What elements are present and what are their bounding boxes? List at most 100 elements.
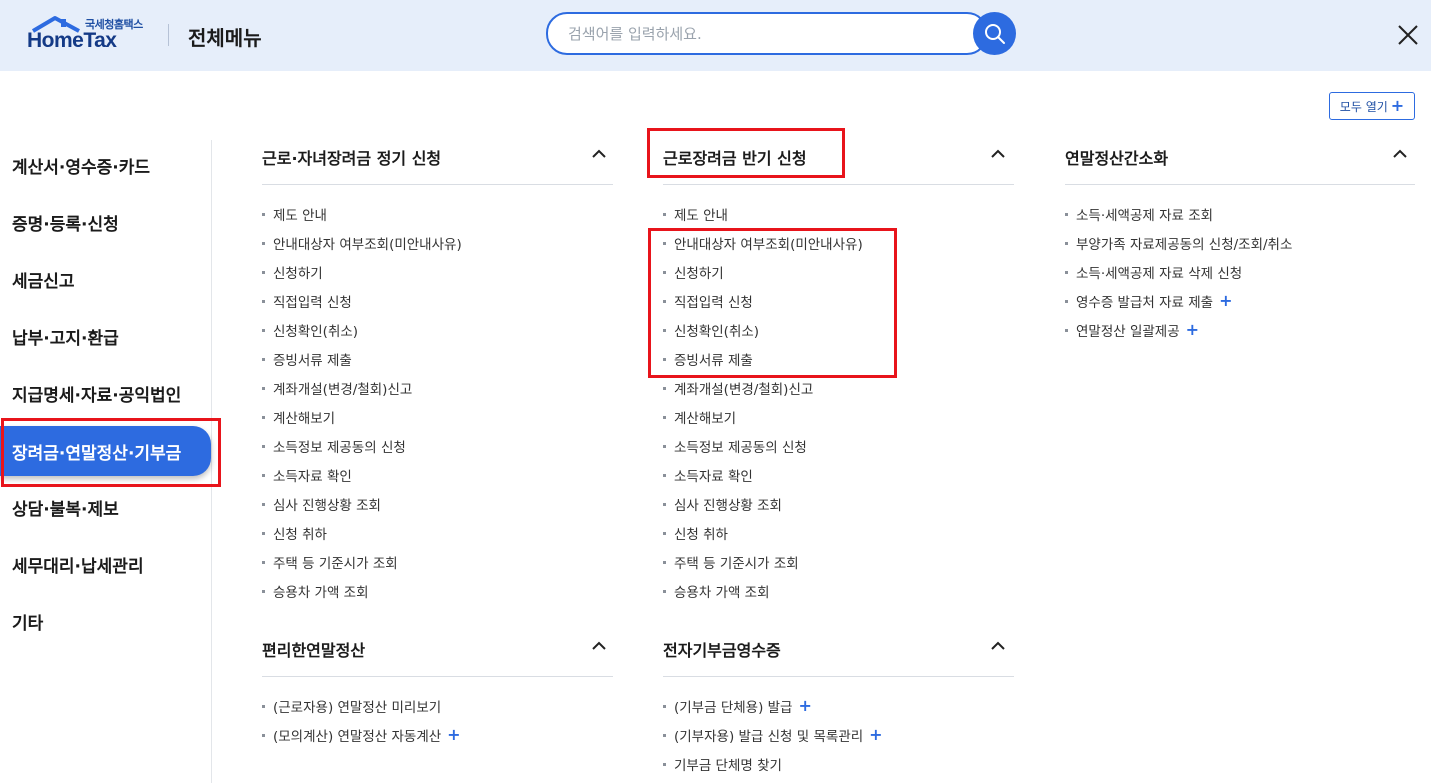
menu-item[interactable]: 안내대상자 여부조회(미안내사유) (663, 233, 863, 253)
section-divider (262, 676, 613, 677)
menu-item-label: 주택 등 기준시가 조회 (674, 556, 799, 572)
menu-item-label: 영수증 발급처 자료 제출 (1076, 295, 1214, 311)
bullet-icon (262, 704, 265, 708)
menu-item[interactable]: 계산해보기 (262, 407, 335, 427)
header-divider (168, 24, 169, 46)
menu-item-label: 안내대상자 여부조회(미안내사유) (273, 237, 462, 253)
menu-item[interactable]: 소득정보 제공동의 신청 (663, 436, 807, 456)
nav-item-payment-notice-refund[interactable]: 납부·고지·환급 (0, 311, 211, 361)
menu-item[interactable]: 승용차 가액 조회 (262, 581, 369, 601)
bullet-icon (663, 473, 666, 477)
menu-item[interactable]: 신청확인(취소) (663, 320, 759, 340)
menu-item[interactable]: 주택 등 기준시가 조회 (663, 552, 799, 572)
menu-item[interactable]: 신청 취하 (663, 523, 728, 543)
menu-item[interactable]: 주택 등 기준시가 조회 (262, 552, 398, 572)
section-title-half-year-incentive[interactable]: 근로장려금 반기 신청 (663, 145, 807, 169)
nav-item-consultation-appeal-report[interactable]: 상담·불복·제보 (0, 482, 211, 532)
menu-item[interactable]: 증빙서류 제출 (262, 349, 352, 369)
menu-item[interactable]: (기부자용) 발급 신청 및 목록관리 + (663, 725, 883, 745)
expand-plus-icon[interactable]: + (1219, 293, 1232, 309)
menu-item[interactable]: 심사 진행상황 조회 (663, 494, 782, 514)
bullet-icon (663, 212, 666, 216)
section-title-e-donation-receipt[interactable]: 전자기부금영수증 (663, 637, 781, 661)
nav-item-invoice-receipt-card[interactable]: 계산서·영수증·카드 (0, 140, 211, 190)
menu-item-label: 승용차 가액 조회 (674, 585, 770, 601)
bullet-icon (262, 357, 265, 361)
menu-item[interactable]: 신청하기 (663, 262, 724, 282)
hometax-logo[interactable]: 국세청홈택스 HomeTax (27, 13, 149, 57)
menu-item[interactable]: 직접입력 신청 (663, 291, 753, 311)
section-title-convenient-yearend[interactable]: 편리한연말정산 (262, 637, 365, 661)
menu-item-label: 신청확인(취소) (273, 324, 359, 340)
nav-item-incentive-yearend-donation[interactable]: 장려금·연말정산·기부금 (0, 426, 211, 476)
menu-item-label: 신청하기 (674, 266, 724, 282)
menu-item[interactable]: 심사 진행상황 조회 (262, 494, 381, 514)
nav-item-certificate-registration[interactable]: 증명·등록·신청 (0, 197, 211, 247)
nav-item-payment-statement[interactable]: 지급명세·자료·공익법인 (0, 368, 211, 418)
expand-all-button[interactable]: 모두 열기 + (1329, 92, 1415, 120)
menu-item[interactable]: 연말정산 일괄제공 + (1065, 320, 1199, 340)
menu-item[interactable]: 기부금 단체명 찾기 (663, 754, 782, 774)
menu-item[interactable]: 신청확인(취소) (262, 320, 358, 340)
bullet-icon (262, 473, 265, 477)
menu-item-label: 신청 취하 (674, 527, 728, 543)
menu-item[interactable]: 소득자료 확인 (663, 465, 753, 485)
menu-item[interactable]: 증빙서류 제출 (663, 349, 753, 369)
menu-item[interactable]: 신청하기 (262, 262, 323, 282)
menu-item[interactable]: 부양가족 자료제공동의 신청/조회/취소 (1065, 233, 1292, 253)
menu-item-label: (기부자용) 발급 신청 및 목록관리 (674, 729, 864, 745)
chevron-up-icon[interactable] (1392, 146, 1408, 162)
menu-item-label: 직접입력 신청 (674, 295, 753, 311)
menu-item[interactable]: 소득·세액공제 자료 조회 (1065, 204, 1213, 224)
section-title-regular-incentive[interactable]: 근로·자녀장려금 정기 신청 (262, 145, 441, 169)
menu-item[interactable]: 직접입력 신청 (262, 291, 352, 311)
nav-item-tax-filing[interactable]: 세금신고 (0, 254, 211, 304)
menu-item[interactable]: 소득자료 확인 (262, 465, 352, 485)
nav-item-tax-agent[interactable]: 세무대리·납세관리 (0, 539, 211, 589)
nav-item-etc[interactable]: 기타 (0, 596, 211, 646)
menu-item[interactable]: (모의계산) 연말정산 자동계산 + (262, 725, 461, 745)
bullet-icon (262, 270, 265, 274)
search-input[interactable] (568, 24, 958, 44)
expand-plus-icon[interactable]: + (869, 727, 882, 743)
chevron-up-icon[interactable] (591, 146, 607, 162)
menu-item[interactable]: 계좌개설(변경/철회)신고 (663, 378, 813, 398)
expand-plus-icon[interactable]: + (1186, 322, 1199, 338)
chevron-up-icon[interactable] (990, 638, 1006, 654)
menu-item[interactable]: 소득·세액공제 자료 삭제 신청 (1065, 262, 1242, 282)
menu-item[interactable]: 제도 안내 (262, 204, 327, 224)
menu-item-label: 심사 진행상황 조회 (674, 498, 782, 514)
menu-item[interactable]: 소득정보 제공동의 신청 (262, 436, 406, 456)
bullet-icon (663, 357, 666, 361)
nav-item-label: 증명·등록·신청 (12, 214, 119, 235)
section-title-yearend-simplified[interactable]: 연말정산간소화 (1065, 145, 1168, 169)
menu-item[interactable]: 제도 안내 (663, 204, 728, 224)
bullet-icon (1065, 241, 1068, 245)
bullet-icon (262, 502, 265, 506)
bullet-icon (663, 531, 666, 535)
bullet-icon (663, 299, 666, 303)
menu-item-label: 소득자료 확인 (674, 469, 753, 485)
menu-item-label: 소득·세액공제 자료 조회 (1076, 208, 1214, 224)
menu-item[interactable]: (기부금 단체용) 발급 + (663, 696, 812, 716)
menu-item[interactable]: 신청 취하 (262, 523, 327, 543)
menu-item[interactable]: 안내대상자 여부조회(미안내사유) (262, 233, 462, 253)
chevron-up-icon[interactable] (591, 638, 607, 654)
expand-plus-icon[interactable]: + (447, 727, 460, 743)
search-button[interactable] (973, 12, 1016, 55)
close-icon (1398, 25, 1418, 45)
menu-item[interactable]: (근로자용) 연말정산 미리보기 (262, 696, 441, 716)
bullet-icon (262, 299, 265, 303)
bullet-icon (663, 733, 666, 737)
menu-item[interactable]: 계좌개설(변경/철회)신고 (262, 378, 412, 398)
expand-plus-icon[interactable]: + (798, 698, 811, 714)
nav-item-label: 계산서·영수증·카드 (12, 157, 151, 178)
close-button[interactable] (1395, 22, 1421, 48)
menu-item[interactable]: 승용차 가액 조회 (663, 581, 770, 601)
menu-item-label: 안내대상자 여부조회(미안내사유) (674, 237, 863, 253)
chevron-up-icon[interactable] (990, 146, 1006, 162)
section-divider (262, 184, 613, 185)
menu-item[interactable]: 계산해보기 (663, 407, 736, 427)
bullet-icon (262, 212, 265, 216)
menu-item[interactable]: 영수증 발급처 자료 제출 + (1065, 291, 1232, 311)
